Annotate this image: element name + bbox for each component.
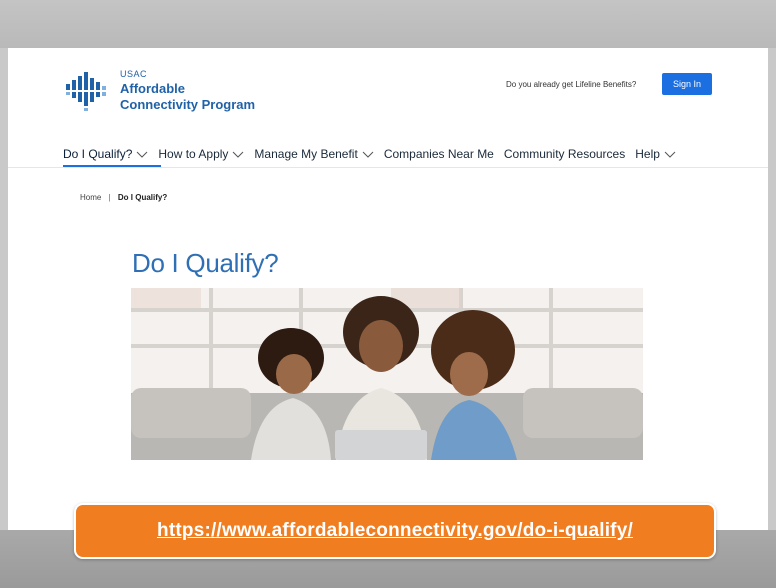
nav-item-manage-my-benefit[interactable]: Manage My Benefit xyxy=(254,147,374,161)
slide-top-band xyxy=(0,0,776,48)
nav-item-label: Do I Qualify? xyxy=(63,147,133,161)
logo-name-line1: Affordable xyxy=(120,81,185,96)
hero-image xyxy=(131,288,643,460)
url-banner: https://www.affordableconnectivity.gov/d… xyxy=(74,503,716,559)
acp-logo-icon xyxy=(66,72,106,111)
chevron-down-icon xyxy=(137,151,148,158)
chevron-down-icon xyxy=(362,151,374,158)
sign-in-button[interactable]: Sign In xyxy=(662,73,712,95)
lifeline-question: Do you already get Lifeline Benefits? xyxy=(506,80,637,89)
nav-item-how-to-apply[interactable]: How to Apply xyxy=(158,147,244,161)
breadcrumb-separator: | xyxy=(108,193,111,202)
chevron-down-icon xyxy=(233,151,244,158)
main-nav: Do I Qualify? How to Apply Manage My Ben… xyxy=(63,144,686,164)
nav-item-label: Community Resources xyxy=(503,147,626,161)
nav-item-companies-near-me[interactable]: Companies Near Me xyxy=(384,147,494,161)
chevron-down-icon xyxy=(664,151,676,158)
nav-item-label: Manage My Benefit xyxy=(254,147,358,161)
nav-item-community-resources[interactable]: Community Resources xyxy=(504,147,625,161)
breadcrumb-current: Do I Qualify? xyxy=(117,193,168,202)
logo-program-name: Affordable Connectivity Program xyxy=(120,81,255,113)
page-title: Do I Qualify? xyxy=(132,248,279,278)
acp-logo[interactable]: USAC Affordable Connectivity Program xyxy=(66,68,276,118)
logo-name-line2: Connectivity Program xyxy=(120,97,256,112)
page-url-link[interactable]: https://www.affordableconnectivity.gov/d… xyxy=(157,520,633,542)
nav-item-do-i-qualify[interactable]: Do I Qualify? xyxy=(63,147,148,161)
nav-item-help[interactable]: Help xyxy=(635,147,676,161)
breadcrumb-home-link[interactable]: Home xyxy=(80,193,101,202)
nav-item-label: Companies Near Me xyxy=(383,147,494,161)
logo-org-text: USAC xyxy=(120,69,148,79)
nav-item-label: How to Apply xyxy=(158,147,229,161)
website-page: USAC Affordable Connectivity Program Do … xyxy=(8,48,768,530)
nav-divider xyxy=(8,167,768,168)
family-on-couch-with-laptop-photo xyxy=(131,288,643,460)
breadcrumb: Home | Do I Qualify? xyxy=(80,193,167,202)
nav-item-label: Help xyxy=(635,147,660,161)
